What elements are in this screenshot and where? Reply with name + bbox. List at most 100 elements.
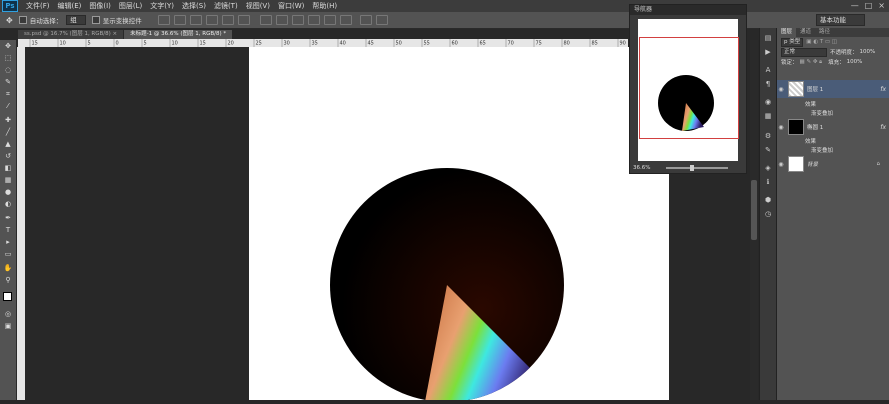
- align-center-icon[interactable]: [221, 15, 234, 25]
- tab-untitled-1[interactable]: 未标题-1 @ 36.6% (图层 1, RGB/8) *: [124, 30, 233, 39]
- maximize-button[interactable]: □: [865, 1, 873, 10]
- tab-paths[interactable]: 路径: [815, 28, 834, 37]
- tab-layers[interactable]: 图层: [777, 28, 797, 37]
- move-tool-icon[interactable]: ✥: [3, 42, 13, 50]
- auto-select-dropdown[interactable]: 组: [66, 15, 86, 25]
- workspace-preset-dropdown[interactable]: 基本功能: [816, 14, 865, 26]
- filter-icons[interactable]: ▣ ◐ T ▭ ◫: [806, 39, 837, 45]
- menu-filter[interactable]: 滤镜(T): [210, 1, 242, 11]
- pen-tool-icon[interactable]: ✒: [3, 214, 13, 222]
- foreground-color-swatch[interactable]: [3, 292, 12, 301]
- path-select-icon[interactable]: ▸: [3, 238, 13, 246]
- layer-row-ellipse1[interactable]: ◉ 椭圆 1 fx: [777, 118, 889, 136]
- lasso-tool-icon[interactable]: ◌: [3, 66, 13, 74]
- type-tool-icon[interactable]: T: [3, 226, 13, 234]
- color-panel-icon[interactable]: ◉: [763, 98, 773, 107]
- blur-tool-icon[interactable]: ●: [3, 188, 13, 196]
- align-bottom-icon[interactable]: [189, 15, 202, 25]
- tool-presets-icon[interactable]: ⚙: [763, 132, 773, 141]
- visibility-eye-icon[interactable]: ◉: [777, 124, 785, 131]
- vertical-scrollbar[interactable]: [750, 40, 758, 400]
- menu-help[interactable]: 帮助(H): [308, 1, 341, 11]
- swatches-panel-icon[interactable]: ▦: [763, 112, 773, 121]
- lock-icons[interactable]: ▦ ✎ ✥ 🔒︎: [800, 59, 823, 66]
- navigator-zoom-slider[interactable]: [666, 167, 728, 169]
- screen-mode-icon[interactable]: ▣: [3, 322, 13, 330]
- blend-mode-dropdown[interactable]: 正常: [781, 47, 827, 57]
- eyedropper-tool-icon[interactable]: ⁄: [3, 102, 13, 110]
- styles-panel-icon[interactable]: ◈: [763, 164, 773, 173]
- fx-icon[interactable]: fx: [880, 124, 886, 131]
- brush-panel-icon[interactable]: ✎: [763, 146, 773, 155]
- document-canvas[interactable]: [249, 47, 669, 402]
- menu-layer[interactable]: 图层(L): [115, 1, 146, 11]
- adjustments-panel-icon[interactable]: A: [763, 66, 773, 75]
- dodge-tool-icon[interactable]: ◐: [3, 200, 13, 208]
- distribute-middle-icon[interactable]: [275, 15, 288, 25]
- marquee-tool-icon[interactable]: ⬚: [3, 54, 13, 62]
- quick-select-tool-icon[interactable]: ✎: [3, 78, 13, 86]
- crop-tool-icon[interactable]: ⌗: [3, 90, 13, 98]
- fx-icon[interactable]: fx: [880, 86, 886, 93]
- visibility-eye-icon[interactable]: ◉: [777, 161, 785, 168]
- ellipse1-gradient-overlay[interactable]: 渐变叠加: [811, 146, 833, 154]
- layer-name[interactable]: 背景: [807, 160, 818, 168]
- distribute-top-icon[interactable]: [259, 15, 272, 25]
- info-panel-icon[interactable]: ℹ: [763, 178, 773, 187]
- layer-name[interactable]: 图层 1: [807, 85, 823, 93]
- ruler-tick-label: 85: [592, 41, 598, 47]
- minimize-button[interactable]: —: [851, 1, 859, 10]
- healing-brush-icon[interactable]: ✚: [3, 116, 13, 124]
- hand-tool-icon[interactable]: ✋: [3, 264, 13, 272]
- paragraph-panel-icon[interactable]: ¶: [763, 80, 773, 89]
- distribute-right-icon[interactable]: [339, 15, 352, 25]
- 3d-panel-icon[interactable]: ⬢: [763, 196, 773, 205]
- navigator-zoom-knob[interactable]: [690, 165, 694, 171]
- eraser-tool-icon[interactable]: ◧: [3, 164, 13, 172]
- navigator-preview[interactable]: [638, 19, 739, 161]
- timeline-panel-icon[interactable]: ◷: [763, 210, 773, 219]
- layer-row-layer1[interactable]: ◉ 图层 1 fx: [777, 80, 889, 98]
- align-middle-icon[interactable]: [173, 15, 186, 25]
- clone-stamp-icon[interactable]: ▲: [3, 140, 13, 148]
- auto-align-icon[interactable]: [359, 15, 372, 25]
- align-top-icon[interactable]: [157, 15, 170, 25]
- navigator-view-box[interactable]: [639, 37, 739, 139]
- distribute-left-icon[interactable]: [307, 15, 320, 25]
- scrollbar-thumb[interactable]: [751, 180, 757, 240]
- visibility-eye-icon[interactable]: ◉: [777, 86, 785, 93]
- menu-edit[interactable]: 编辑(E): [54, 1, 86, 11]
- layer1-gradient-overlay[interactable]: 渐变叠加: [811, 109, 833, 117]
- history-brush-icon[interactable]: ↺: [3, 152, 13, 160]
- tab-ss-psd[interactable]: ss.psd @ 16.7% (图层 1, RGB/8) ×: [18, 30, 124, 39]
- fill-value[interactable]: 100%: [847, 59, 863, 65]
- history-panel-icon[interactable]: ▤: [763, 34, 773, 43]
- shape-tool-icon[interactable]: ▭: [3, 250, 13, 258]
- layer-name[interactable]: 椭圆 1: [807, 123, 823, 131]
- align-right-icon[interactable]: [237, 15, 250, 25]
- layer-kind-dropdown[interactable]: p 类型: [781, 37, 804, 47]
- menu-file[interactable]: 文件(F): [22, 1, 54, 11]
- align-left-icon[interactable]: [205, 15, 218, 25]
- gradient-tool-icon[interactable]: ▦: [3, 176, 13, 184]
- menu-type[interactable]: 文字(Y): [146, 1, 178, 11]
- menu-select[interactable]: 选择(S): [178, 1, 210, 11]
- tab-channels[interactable]: 通道: [796, 28, 815, 37]
- move-tool-icon[interactable]: ✥: [6, 16, 13, 25]
- 3d-mode-icon[interactable]: [375, 15, 388, 25]
- distribute-bottom-icon[interactable]: [291, 15, 304, 25]
- auto-select-checkbox[interactable]: [18, 16, 27, 24]
- menu-view[interactable]: 视图(V): [242, 1, 274, 11]
- actions-panel-icon[interactable]: ▶: [763, 48, 773, 57]
- navigator-zoom-value[interactable]: 36.6%: [633, 163, 650, 173]
- menu-window[interactable]: 窗口(W): [274, 1, 308, 11]
- show-transform-checkbox[interactable]: [91, 16, 100, 24]
- quick-mask-icon[interactable]: ◎: [3, 310, 13, 318]
- menu-image[interactable]: 图像(I): [85, 1, 115, 11]
- brush-tool-icon[interactable]: ╱: [3, 128, 13, 136]
- zoom-tool-icon[interactable]: ⚲: [3, 276, 13, 284]
- close-button[interactable]: ×: [878, 1, 885, 10]
- opacity-value[interactable]: 100%: [860, 49, 876, 55]
- distribute-center-icon[interactable]: [323, 15, 336, 25]
- layer-row-background[interactable]: ◉ 背景 ⌂: [777, 155, 889, 173]
